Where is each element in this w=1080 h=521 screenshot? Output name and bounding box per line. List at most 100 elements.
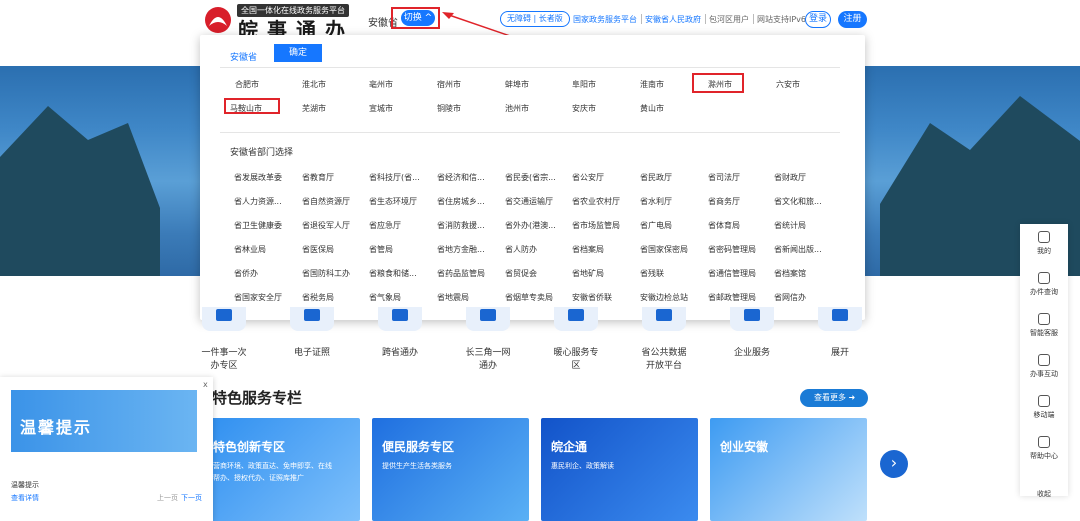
department-option[interactable]: 省林业局: [234, 244, 266, 255]
department-option[interactable]: 省地方金融...: [437, 244, 485, 255]
department-option[interactable]: 省应急厅: [369, 220, 401, 231]
service-icon[interactable]: [290, 307, 334, 331]
card-convenience[interactable]: 便民服务专区 提供生产生活各类服务: [372, 418, 529, 521]
city-option[interactable]: 黄山市: [640, 103, 664, 114]
department-option[interactable]: 省地震局: [437, 292, 469, 303]
service-icon[interactable]: [818, 307, 862, 331]
user-location[interactable]: 包河区用户: [709, 14, 749, 25]
card-startup[interactable]: 创业安徽: [710, 418, 867, 521]
department-option[interactable]: 省粮食和储...: [369, 268, 417, 279]
department-option[interactable]: 省市场监管局: [572, 220, 620, 231]
city-option[interactable]: 铜陵市: [437, 103, 461, 114]
department-option[interactable]: 省自然资源厅: [302, 196, 350, 207]
service-label[interactable]: 长三角一网: [448, 347, 528, 360]
link-province-government[interactable]: 安徽省人民政府: [645, 14, 701, 25]
region-switch-button[interactable]: 切换 ^: [401, 10, 435, 26]
service-label[interactable]: 电子证照: [272, 347, 352, 360]
service-icon[interactable]: [378, 307, 422, 331]
card-innovation[interactable]: 特色创新专区 营商环境、政策直达、免申即享、在线帮办、授权代办、证照库推广: [203, 418, 360, 521]
department-option[interactable]: 安徽边检总站: [640, 292, 688, 303]
service-label[interactable]: 一件事一次: [184, 347, 264, 360]
city-option[interactable]: 亳州市: [369, 79, 393, 90]
rightbar-item-3[interactable]: 办事互动: [1020, 354, 1068, 379]
department-option[interactable]: 省发展改革委: [234, 172, 282, 183]
department-option[interactable]: 省水利厅: [640, 196, 672, 207]
department-option[interactable]: 省消防救援...: [437, 220, 485, 231]
department-option[interactable]: 省卫生健康委: [234, 220, 282, 231]
city-option[interactable]: 池州市: [505, 103, 529, 114]
service-label[interactable]: 区: [536, 360, 616, 373]
view-more-button[interactable]: 查看更多 ➜: [800, 389, 868, 407]
department-option[interactable]: 省人力资源...: [234, 196, 282, 207]
department-option[interactable]: 省管局: [369, 244, 393, 255]
service-label[interactable]: 跨省通办: [360, 347, 440, 360]
close-icon[interactable]: x: [203, 380, 208, 389]
department-option[interactable]: 省通信管理局: [708, 268, 756, 279]
department-option[interactable]: 省司法厅: [708, 172, 740, 183]
department-option[interactable]: 省民委(省宗...: [505, 172, 556, 183]
service-label[interactable]: 展开: [800, 347, 880, 360]
confirm-button[interactable]: 确定: [274, 44, 322, 62]
department-option[interactable]: 省经济和信...: [437, 172, 485, 183]
rightbar-item-4[interactable]: 移动端: [1020, 395, 1068, 420]
city-option[interactable]: 淮北市: [302, 79, 326, 90]
rightbar-item-5[interactable]: 帮助中心: [1020, 436, 1068, 461]
next-page-link[interactable]: 下一页: [181, 493, 202, 503]
department-option[interactable]: 省国家保密局: [640, 244, 688, 255]
department-option[interactable]: 安徽省侨联: [572, 292, 612, 303]
department-option[interactable]: 省网信办: [774, 292, 806, 303]
department-option[interactable]: 省密码管理局: [708, 244, 756, 255]
department-option[interactable]: 省残联: [640, 268, 664, 279]
department-option[interactable]: 省药品监管局: [437, 268, 485, 279]
department-option[interactable]: 省邮政管理局: [708, 292, 756, 303]
department-option[interactable]: 省外办(港澳...: [505, 220, 556, 231]
department-option[interactable]: 省气象局: [369, 292, 401, 303]
department-option[interactable]: 省教育厅: [302, 172, 334, 183]
department-option[interactable]: 省侨办: [234, 268, 258, 279]
city-option[interactable]: 蚌埠市: [505, 79, 529, 90]
accessibility-toggle[interactable]: 无障碍 | 长者版: [500, 11, 570, 27]
department-option[interactable]: 省文化和旅...: [774, 196, 822, 207]
rightbar-item-0[interactable]: 我的: [1020, 231, 1068, 256]
city-option[interactable]: 宣城市: [369, 103, 393, 114]
service-icon[interactable]: [730, 307, 774, 331]
anhui-logo-icon[interactable]: [203, 6, 233, 34]
service-icon[interactable]: [642, 307, 686, 331]
city-option[interactable]: 宿州市: [437, 79, 461, 90]
department-option[interactable]: 省商务厅: [708, 196, 740, 207]
department-option[interactable]: 省统计局: [774, 220, 806, 231]
service-label[interactable]: 省公共数据: [624, 347, 704, 360]
department-option[interactable]: 省烟草专卖局: [505, 292, 553, 303]
department-option[interactable]: 省税务局: [302, 292, 334, 303]
department-option[interactable]: 省国防科工办: [302, 268, 350, 279]
department-option[interactable]: 省广电局: [640, 220, 672, 231]
department-option[interactable]: 省民政厅: [640, 172, 672, 183]
province-tab[interactable]: 安徽省: [230, 50, 257, 63]
department-option[interactable]: 省财政厅: [774, 172, 806, 183]
carousel-next-button[interactable]: ›: [880, 450, 908, 478]
department-option[interactable]: 省档案局: [572, 244, 604, 255]
department-option[interactable]: 省科技厅(省...: [369, 172, 420, 183]
service-label[interactable]: 通办: [448, 360, 528, 373]
department-option[interactable]: 省医保局: [302, 244, 334, 255]
rightbar-item-2[interactable]: 智能客服: [1020, 313, 1068, 338]
service-label[interactable]: 企业服务: [712, 347, 792, 360]
department-option[interactable]: 省人防办: [505, 244, 537, 255]
service-icon[interactable]: [202, 307, 246, 331]
service-label[interactable]: 办专区: [184, 360, 264, 373]
city-option[interactable]: 阜阳市: [572, 79, 596, 90]
department-option[interactable]: 省新闻出版...: [774, 244, 822, 255]
service-label[interactable]: 暖心服务专: [536, 347, 616, 360]
city-option[interactable]: 芜湖市: [302, 103, 326, 114]
department-option[interactable]: 省贸促会: [505, 268, 537, 279]
department-option[interactable]: 省体育局: [708, 220, 740, 231]
service-icon[interactable]: [554, 307, 598, 331]
city-option[interactable]: 安庆市: [572, 103, 596, 114]
city-option[interactable]: 淮南市: [640, 79, 664, 90]
login-button[interactable]: 登录: [805, 11, 831, 28]
link-national-platform[interactable]: 国家政务服务平台: [573, 14, 637, 25]
view-details-link[interactable]: 查看详情: [11, 493, 39, 503]
rightbar-item-1[interactable]: 办件查询: [1020, 272, 1068, 297]
department-option[interactable]: 省公安厅: [572, 172, 604, 183]
city-option[interactable]: 合肥市: [235, 79, 259, 90]
